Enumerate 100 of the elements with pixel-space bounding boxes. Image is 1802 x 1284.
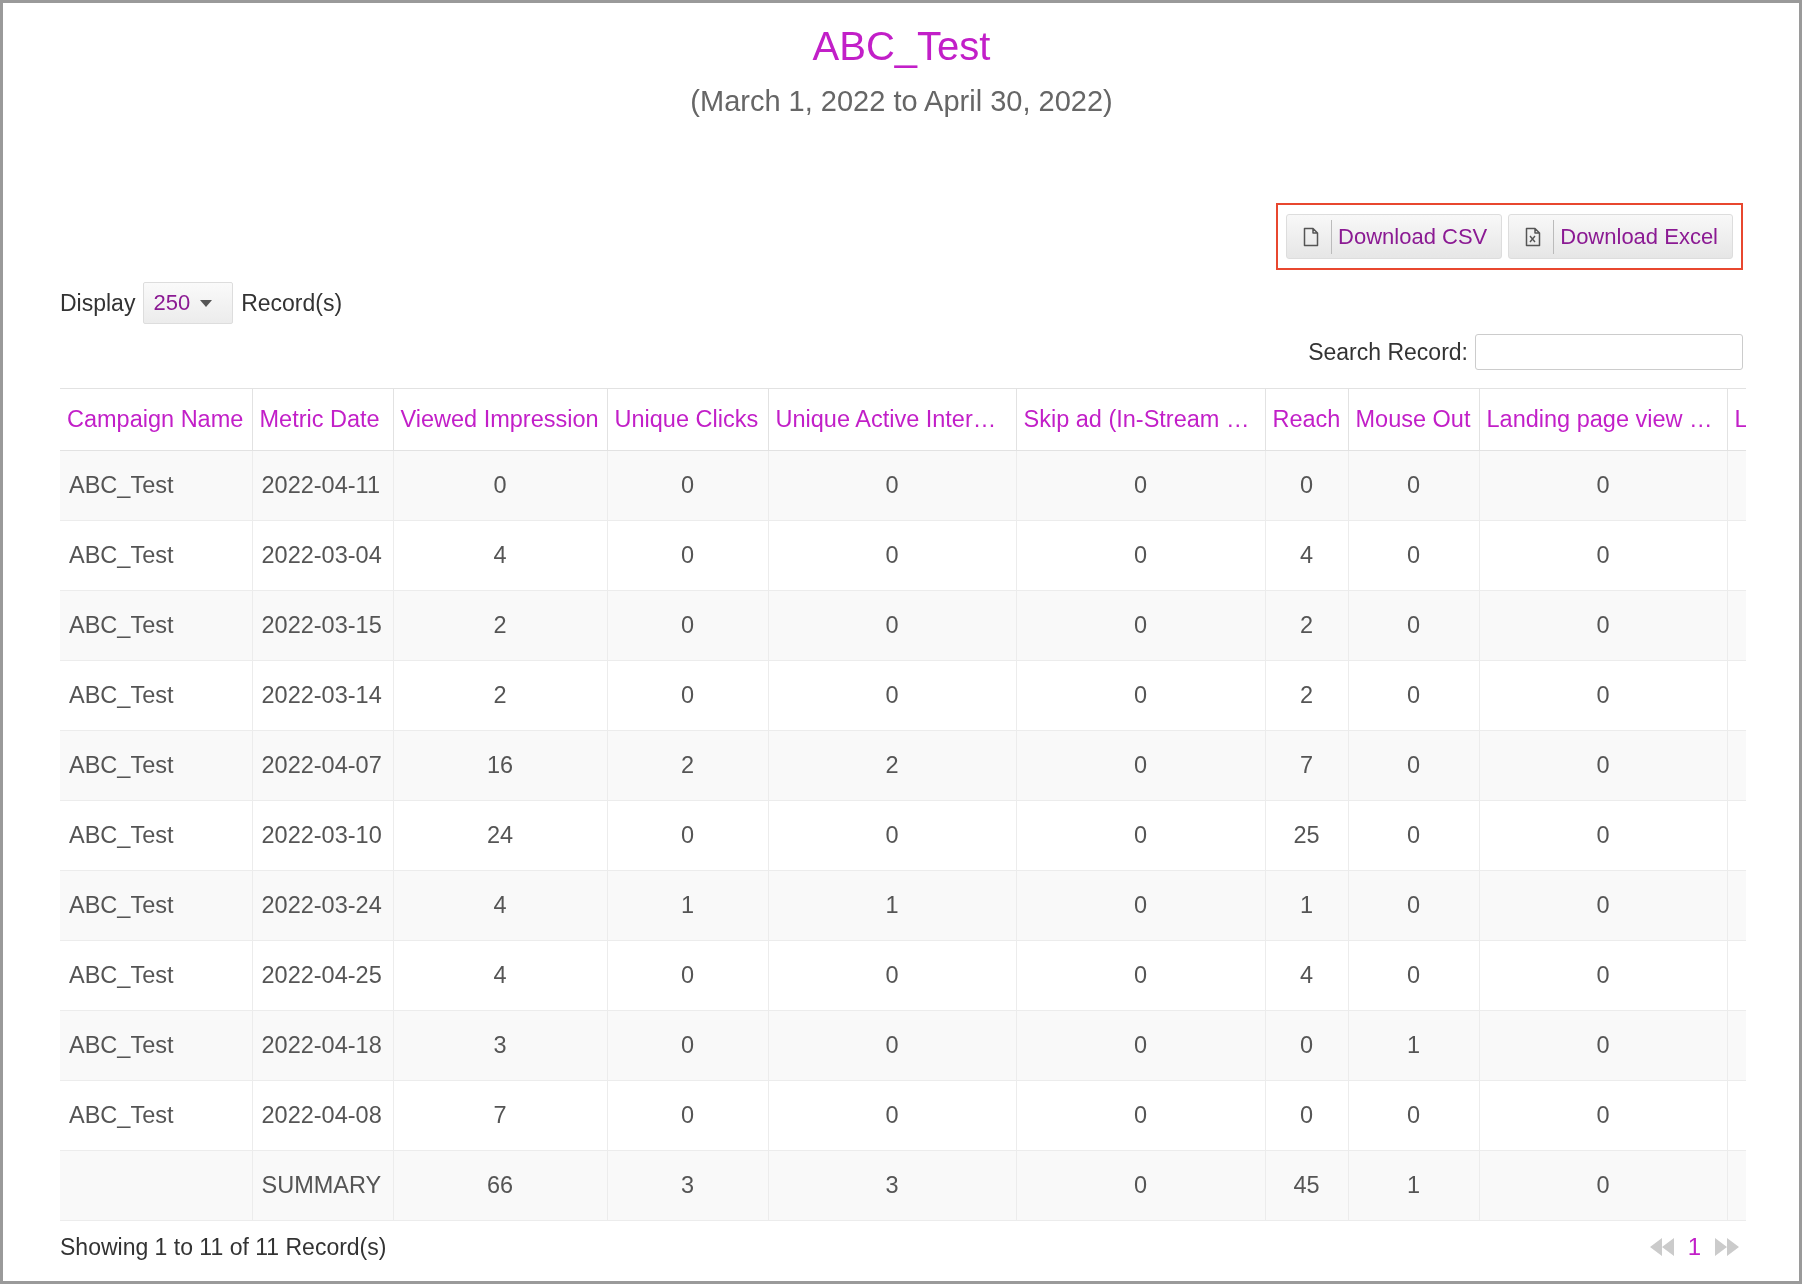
table-cell: 7: [393, 1080, 607, 1151]
table-cell: ABC_Test: [60, 450, 252, 521]
table-cell: 2022-04-11: [252, 450, 393, 521]
table-cell: 0: [1016, 590, 1265, 661]
table-cell: 0: [1016, 520, 1265, 591]
table-cell: 1: [607, 870, 768, 941]
table-cell: ABC_Test: [60, 590, 252, 661]
table-cell: 2: [768, 730, 1016, 801]
column-header[interactable]: Campaign Name: [60, 388, 252, 451]
table-cell: 0: [1016, 660, 1265, 731]
date-range: (March 1, 2022 to April 30, 2022): [689, 84, 1114, 119]
table-cell: 1: [1265, 870, 1348, 941]
table-cell: 0: [1348, 940, 1479, 1011]
table-cell: ABC_Test: [60, 520, 252, 591]
summary-cell: SUMMARY: [252, 1150, 393, 1221]
table-cell: 4: [393, 520, 607, 591]
column-header[interactable]: Landing page view …: [1479, 388, 1727, 451]
table-cell: 0: [1479, 730, 1727, 801]
table-cell: 0: [768, 1010, 1016, 1081]
table-cell: 0: [607, 520, 768, 591]
table-cell: 2: [1265, 590, 1348, 661]
search-label: Search Record:: [1308, 338, 1468, 366]
column-header[interactable]: Viewed Impression: [393, 388, 607, 451]
column-header[interactable]: Unique Active Inter…: [768, 388, 1016, 451]
column-header[interactable]: Unique Clicks: [607, 388, 768, 451]
table-cell: 0: [1016, 940, 1265, 1011]
spreadsheet-file-icon: [1525, 226, 1542, 247]
table-cell: 0: [1348, 520, 1479, 591]
table-cell: ABC_Test: [60, 660, 252, 731]
summary-cell: 1: [1348, 1150, 1479, 1221]
records-per-page-dropdown[interactable]: 250: [143, 282, 234, 324]
table-cell: 2022-04-18: [252, 1010, 393, 1081]
table-cell: 2022-03-15: [252, 590, 393, 661]
table-cell: 4: [1265, 520, 1348, 591]
table-cell: 2022-03-14: [252, 660, 393, 731]
table-cell: ABC_Test: [60, 940, 252, 1011]
records-label: Record(s): [241, 289, 343, 317]
table-cell: 0: [607, 660, 768, 731]
table-cell: 0: [1016, 1010, 1265, 1081]
table-cell: 0: [1016, 1080, 1265, 1151]
table-cell: 0: [1348, 800, 1479, 871]
table-cell: 2022-04-07: [252, 730, 393, 801]
table-cell: 16: [393, 730, 607, 801]
table-cell: 0: [768, 450, 1016, 521]
table-cell: 0: [1016, 870, 1265, 941]
table-cell: 2: [393, 660, 607, 731]
table-cell: 4: [393, 870, 607, 941]
search-field[interactable]: [1475, 334, 1743, 370]
table-cell: ABC_Test: [60, 1080, 252, 1151]
summary-cell: 66: [393, 1150, 607, 1221]
table-cell: 0: [768, 940, 1016, 1011]
table-cell: 2: [1265, 660, 1348, 731]
table-cell: 0: [1479, 590, 1727, 661]
table-cell: 0: [607, 590, 768, 661]
table-cell: 2022-03-24: [252, 870, 393, 941]
table-cell: 0: [1348, 730, 1479, 801]
table-cell: 0: [1479, 940, 1727, 1011]
table-cell: 7: [1265, 730, 1348, 801]
download-excel-button[interactable]: Download Excel: [1508, 214, 1733, 259]
table-cell: 1: [768, 870, 1016, 941]
records-info: Showing 1 to 11 of 11 Record(s): [60, 1233, 387, 1261]
column-header[interactable]: Skip ad (In-Stream …: [1016, 388, 1265, 451]
column-header[interactable]: Reach: [1265, 388, 1348, 451]
page-link[interactable]: 1: [1687, 1233, 1701, 1261]
table-cell: 0: [768, 520, 1016, 591]
summary-cell: 45: [1265, 1150, 1348, 1221]
table-cell: 0: [1016, 730, 1265, 801]
summary-cell: 3: [607, 1150, 768, 1221]
table-cell: 1: [1348, 1010, 1479, 1081]
table-cell: 0: [768, 1080, 1016, 1151]
table-cell: 0: [1348, 1080, 1479, 1151]
table-cell: 0: [1479, 520, 1727, 591]
table-cell: 0: [393, 450, 607, 521]
table-cell: 0: [768, 660, 1016, 731]
table-cell: 4: [1265, 940, 1348, 1011]
table-cell: 0: [1348, 660, 1479, 731]
column-header[interactable]: Metric Date: [252, 388, 393, 451]
display-label: Display: [60, 289, 136, 317]
table-cell: ABC_Test: [60, 870, 252, 941]
download-csv-button[interactable]: Download CSV: [1286, 214, 1503, 259]
column-header[interactable]: L: [1727, 388, 1746, 451]
table-cell: 0: [1016, 800, 1265, 871]
column-header[interactable]: Mouse Out: [1348, 388, 1479, 451]
table-cell: 0: [1265, 1010, 1348, 1081]
table-cell: 24: [393, 800, 607, 871]
table-cell: 0: [1016, 450, 1265, 521]
table-cell: 0: [1479, 1080, 1727, 1151]
table-cell: ABC_Test: [60, 800, 252, 871]
table-cell: 2022-04-08: [252, 1080, 393, 1151]
table-cell: 25: [1265, 800, 1348, 871]
table-cell: 2022-03-04: [252, 520, 393, 591]
table-cell: 0: [1265, 450, 1348, 521]
table-cell: 2: [393, 590, 607, 661]
table-cell: 0: [607, 800, 768, 871]
table-cell: 0: [1479, 870, 1727, 941]
document-icon: [1303, 226, 1320, 247]
table-cell: 0: [1348, 870, 1479, 941]
table-cell: ABC_Test: [60, 1010, 252, 1081]
table-cell: 0: [607, 1080, 768, 1151]
table-cell: 3: [393, 1010, 607, 1081]
